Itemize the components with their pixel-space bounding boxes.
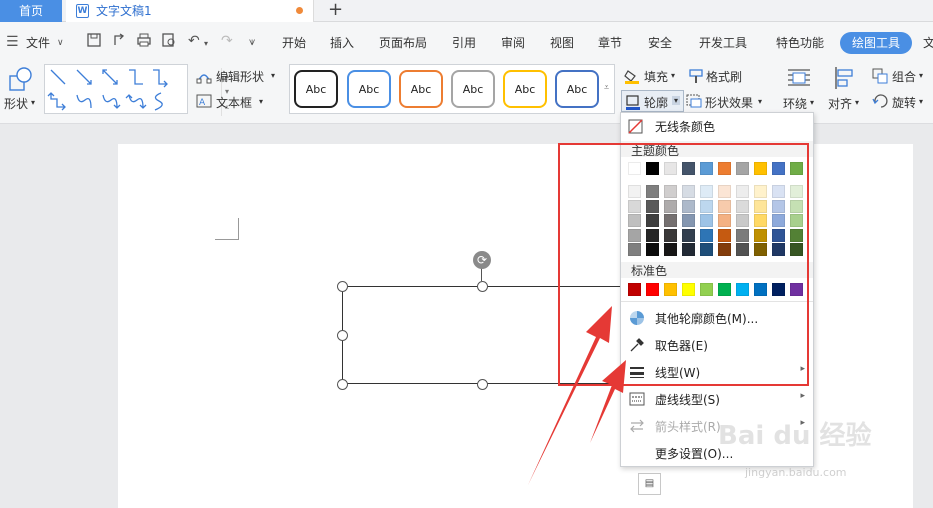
tab-home[interactable]: 首页: [0, 0, 62, 22]
group-dropdown-icon[interactable]: ▾: [919, 71, 923, 80]
text-box-icon: A: [196, 94, 212, 108]
outline-label: 轮廓: [644, 96, 669, 110]
shape-effect-icon: [686, 94, 702, 108]
wrap-text-icon: [788, 69, 810, 86]
dash-type-label: 虚线线型(S): [655, 393, 720, 407]
line-shape-gallery[interactable]: ▴ ▾ ⩡: [44, 64, 229, 116]
wrap-button[interactable]: 环绕: [783, 95, 807, 112]
rotate-handle-icon[interactable]: ⟳: [473, 251, 491, 269]
print-icon[interactable]: [136, 32, 152, 48]
fill-dropdown-icon[interactable]: ▾: [671, 71, 675, 80]
chevron-down-icon[interactable]: ∨: [57, 36, 64, 50]
no-line-color-label: 无线条颜色: [655, 120, 716, 134]
menu-insert[interactable]: 插入: [330, 34, 354, 51]
outline-dropdown-icon[interactable]: ▾: [672, 96, 681, 105]
menu-references[interactable]: 引用: [452, 34, 476, 51]
shape-effect-button[interactable]: 形状效果: [705, 94, 753, 111]
edit-shape-button[interactable]: 编辑形状: [216, 68, 264, 85]
group-button[interactable]: 组合: [892, 68, 916, 85]
menu-developer[interactable]: 开发工具: [699, 34, 747, 51]
edit-shape-icon: [196, 74, 212, 84]
highlight-box: [558, 143, 809, 386]
align-dropdown-icon[interactable]: ▾: [855, 98, 859, 107]
menu-review[interactable]: 审阅: [501, 34, 525, 51]
menu-security[interactable]: 安全: [648, 34, 672, 51]
shape-style-4[interactable]: Abc: [451, 70, 495, 108]
line-shapes-icon: [47, 69, 168, 111]
menu-start[interactable]: 开始: [282, 34, 306, 51]
undo-dropdown-icon[interactable]: ▾: [204, 37, 208, 51]
text-box-dropdown-icon[interactable]: ▾: [259, 97, 263, 106]
undo-icon[interactable]: ↶: [188, 34, 200, 48]
tab-bar: 首页 W 文字文稿1 +: [0, 0, 933, 22]
shape-style-6[interactable]: Abc: [555, 70, 599, 108]
resize-handle-top-left[interactable]: [337, 281, 348, 292]
menu-view[interactable]: 视图: [550, 34, 574, 51]
svg-text:A: A: [199, 98, 206, 108]
print-preview-icon[interactable]: [161, 32, 177, 48]
resize-handle-top[interactable]: [477, 281, 488, 292]
resize-handle-left[interactable]: [337, 330, 348, 341]
hamburger-icon[interactable]: ☰: [6, 35, 19, 49]
group-icon: [872, 68, 888, 84]
shape-style-2[interactable]: Abc: [347, 70, 391, 108]
rotate-dropdown-icon[interactable]: ▾: [919, 97, 923, 106]
shape-style-1[interactable]: Abc: [294, 70, 338, 108]
align-icon: [835, 67, 853, 89]
arrow-style-icon: [630, 419, 644, 433]
outline-pen-icon: [626, 95, 640, 110]
menu-bar: ☰ 文件 ∨ ↶ ▾ ↷ ⩛ 开始 插入 页面布局 引用 审阅 视图 章节 安全…: [0, 22, 933, 62]
format-brush-icon: [689, 69, 703, 83]
menu-section[interactable]: 章节: [598, 34, 622, 51]
rotate-handle-stem: [481, 268, 482, 281]
shape-style-gallery[interactable]: Abc Abc Abc Abc Abc Abc ⩡: [289, 64, 615, 114]
rotate-button[interactable]: 旋转: [892, 94, 916, 111]
shape-style-3[interactable]: Abc: [399, 70, 443, 108]
layout-options-icon[interactable]: ▤: [638, 473, 661, 495]
menu-more[interactable]: 文: [923, 34, 933, 51]
file-menu[interactable]: 文件: [26, 34, 50, 51]
fill-bucket-icon: [624, 70, 639, 84]
shape-style-5[interactable]: Abc: [503, 70, 547, 108]
no-color-icon: [628, 119, 643, 134]
document-title: 文字文稿1: [96, 4, 152, 18]
shapes-icon[interactable]: [8, 66, 34, 92]
save-icon[interactable]: [86, 32, 102, 48]
fill-button[interactable]: 填充: [644, 68, 668, 85]
tab-drawing-tools[interactable]: 绘图工具: [840, 32, 912, 54]
tab-document[interactable]: W 文字文稿1: [66, 0, 314, 22]
wrap-dropdown-icon[interactable]: ▾: [810, 98, 814, 107]
watermark-url: jingyan.baidu.com: [745, 466, 847, 479]
no-line-color-item[interactable]: 无线条颜色: [621, 113, 813, 139]
style-gallery-more-icon[interactable]: ⩡: [604, 83, 609, 93]
menu-features[interactable]: 特色功能: [776, 34, 824, 51]
redo-icon[interactable]: ↷: [221, 34, 233, 48]
writer-doc-icon: W: [76, 4, 89, 18]
submenu-arrow-icon: ▸: [800, 391, 805, 401]
align-button[interactable]: 对齐: [828, 95, 852, 112]
watermark-brand: Bai du 经验: [718, 421, 872, 451]
arrow-style-label: 箭头样式(R): [655, 420, 721, 434]
margin-corner-mark: [215, 218, 239, 240]
customize-toolbar-icon[interactable]: ⩛: [249, 35, 255, 49]
shape-effect-dropdown-icon[interactable]: ▾: [758, 97, 762, 106]
unsaved-dot-icon: [296, 7, 303, 14]
dash-type-item[interactable]: 虚线线型(S) ▸: [621, 386, 813, 412]
shapes-label[interactable]: 形状: [4, 95, 28, 112]
menu-page-layout[interactable]: 页面布局: [379, 34, 427, 51]
dash-type-icon: [629, 392, 645, 406]
edit-shape-dropdown-icon[interactable]: ▾: [271, 71, 275, 80]
resize-handle-bottom-left[interactable]: [337, 379, 348, 390]
new-tab-button[interactable]: +: [328, 0, 343, 21]
text-box-button[interactable]: 文本框: [216, 94, 252, 111]
format-brush-button[interactable]: 格式刷: [706, 68, 742, 85]
resize-handle-bottom[interactable]: [477, 379, 488, 390]
outline-button[interactable]: 轮廓 ▾: [621, 90, 684, 112]
export-icon[interactable]: [112, 32, 128, 48]
rotate-icon: [872, 94, 888, 108]
shapes-dropdown-icon[interactable]: ▾: [31, 98, 35, 107]
